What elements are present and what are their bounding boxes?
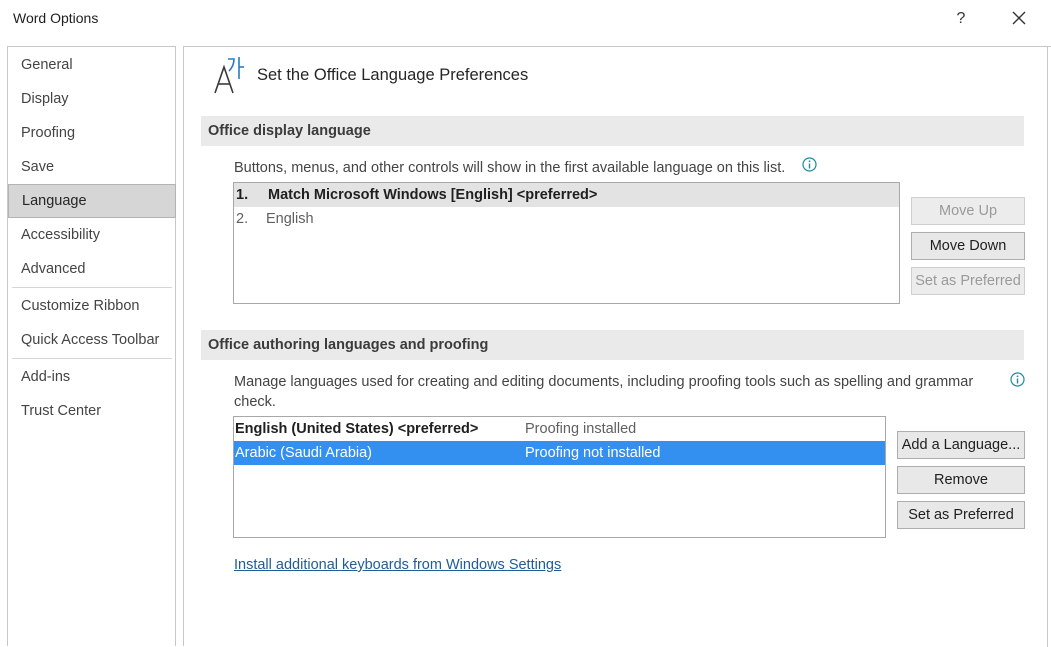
sidebar-item-quick-access-toolbar[interactable]: Quick Access Toolbar [8, 324, 175, 357]
close-button[interactable] [1004, 4, 1034, 34]
list-item-label: English [266, 211, 314, 227]
sidebar-item-add-ins[interactable]: Add-ins [8, 361, 175, 394]
window-title: Word Options [13, 10, 99, 26]
table-row[interactable]: Arabic (Saudi Arabia) Proofing not insta… [234, 441, 885, 465]
list-item-number: 2. [236, 211, 249, 227]
sidebar: General Display Proofing Save Language A… [7, 46, 176, 646]
authoring-set-preferred-button[interactable]: Set as Preferred [897, 501, 1025, 529]
list-item-number: 1. [236, 187, 249, 203]
authoring-description-cont: check. [234, 394, 276, 410]
display-language-list[interactable]: 1. Match Microsoft Windows [English] <pr… [233, 182, 900, 304]
sidebar-item-language[interactable]: Language [8, 184, 176, 218]
info-icon[interactable] [1010, 372, 1025, 387]
move-up-button[interactable]: Move Up [911, 197, 1025, 225]
sidebar-divider [12, 358, 172, 359]
sidebar-item-general[interactable]: General [8, 49, 175, 82]
table-row[interactable]: English (United States) <preferred> Proo… [234, 417, 885, 441]
language-cell: English (United States) <preferred> [235, 421, 479, 437]
sidebar-item-display[interactable]: Display [8, 83, 175, 116]
authoring-description: Manage languages used for creating and e… [234, 374, 974, 390]
sidebar-item-advanced[interactable]: Advanced [8, 253, 175, 286]
info-icon[interactable] [802, 157, 817, 172]
install-keyboards-link[interactable]: Install additional keyboards from Window… [234, 557, 561, 573]
status-cell: Proofing installed [525, 421, 637, 437]
sidebar-item-accessibility[interactable]: Accessibility [8, 219, 175, 252]
move-down-button[interactable]: Move Down [911, 232, 1025, 260]
display-language-description: Buttons, menus, and other controls will … [234, 160, 786, 176]
main-content: Set the Office Language Preferences Offi… [183, 46, 1051, 647]
sidebar-item-proofing[interactable]: Proofing [8, 117, 175, 150]
help-button[interactable]: ? [948, 6, 974, 32]
close-icon [1012, 11, 1026, 25]
scrollbar[interactable] [1047, 47, 1051, 647]
list-item-label: Match Microsoft Windows [English] <prefe… [268, 187, 598, 203]
sidebar-divider [12, 287, 172, 288]
remove-button[interactable]: Remove [897, 466, 1025, 494]
section-header-authoring: Office authoring languages and proofing [201, 330, 1024, 360]
language-cell: Arabic (Saudi Arabia) [235, 445, 373, 461]
page-title: Set the Office Language Preferences [257, 66, 529, 84]
status-cell: Proofing not installed [525, 445, 661, 461]
language-translate-icon [214, 57, 244, 94]
sidebar-item-customize-ribbon[interactable]: Customize Ribbon [8, 290, 175, 323]
section-header-display-language: Office display language [201, 116, 1024, 146]
title-bar: Word Options ? [0, 0, 1051, 40]
sidebar-item-trust-center[interactable]: Trust Center [8, 395, 175, 428]
display-set-preferred-button[interactable]: Set as Preferred [911, 267, 1025, 295]
list-item[interactable]: 1. Match Microsoft Windows [English] <pr… [234, 183, 899, 207]
sidebar-item-save[interactable]: Save [8, 151, 175, 184]
list-item[interactable]: 2. English [234, 207, 899, 231]
authoring-language-list[interactable]: English (United States) <preferred> Proo… [233, 416, 886, 538]
add-language-button[interactable]: Add a Language... [897, 431, 1025, 459]
